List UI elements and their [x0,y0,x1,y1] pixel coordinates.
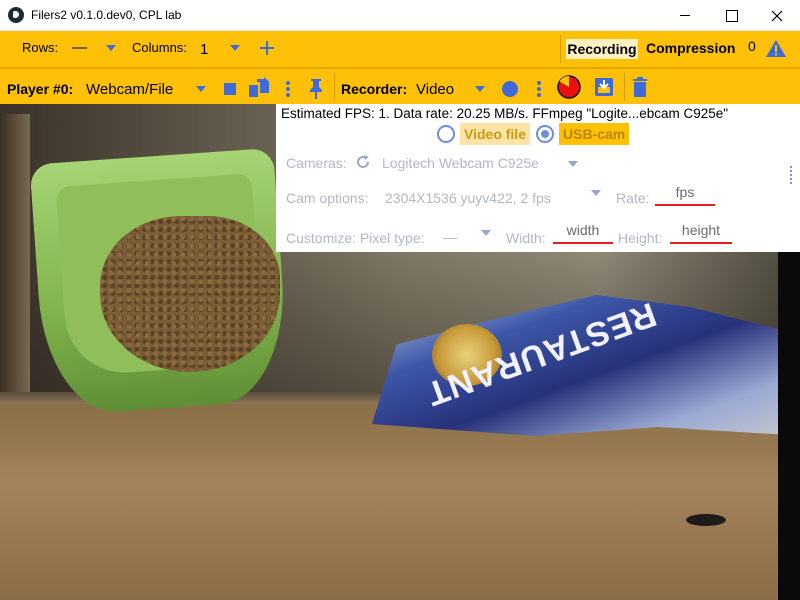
height-placeholder: height [681,222,721,238]
columns-dropdown-icon[interactable] [230,45,240,51]
recorder-label: Recorder: [341,81,408,97]
config-swap-icon[interactable] [247,77,271,99]
height-input[interactable]: height [670,222,732,244]
width-placeholder: width [566,222,600,238]
refresh-icon[interactable] [356,155,370,169]
customize-label: Customize: Pixel type: [286,230,425,246]
cam-options-label: Cam options: [286,190,369,206]
recording-progress-icon [557,75,581,99]
save-to-icon[interactable] [594,77,614,97]
cam-options-dropdown-icon[interactable] [591,190,601,196]
usb-cam-radio[interactable] [536,125,554,143]
dark-spot [686,514,726,526]
title-bar: Filers2 v0.1.0.dev0, CPL lab [0,0,800,31]
pixel-type-dropdown-icon[interactable] [481,230,491,236]
toolbar-divider-2 [334,73,335,101]
pixel-type-select[interactable]: — [443,229,457,245]
warning-triangle-icon[interactable] [765,39,787,58]
video-file-label[interactable]: Video file [460,123,530,145]
cameras-label: Cameras: [286,155,347,171]
player-source-dropdown-icon[interactable] [196,86,206,92]
recorder-dropdown-icon[interactable] [475,86,485,92]
columns-value[interactable]: 1 [200,41,208,58]
camera-settings-panel: Estimated FPS: 1. Data rate: 20.25 MB/s.… [276,104,800,252]
minimize-button[interactable] [662,0,708,31]
video-file-radio[interactable] [437,125,455,143]
height-label: Height: [618,230,663,246]
player-source-value[interactable]: Webcam/File [86,81,173,98]
app-window: Filers2 v0.1.0.dev0, CPL lab Rows: — Col… [0,0,800,600]
player-menu-icon[interactable] [286,81,290,97]
camera-left-wall [0,114,30,404]
compression-tab[interactable]: Compression [646,40,735,56]
close-button[interactable] [754,0,800,31]
status-text: Estimated FPS: 1. Data rate: 20.25 MB/s.… [281,106,729,121]
recorder-menu-icon[interactable] [537,81,541,97]
layout-toolbar: Rows: — Columns: 1 Recording Compression… [0,31,800,67]
plus-icon[interactable] [259,40,275,56]
recording-tab[interactable]: Recording [566,39,638,59]
trash-icon[interactable] [632,77,648,97]
pin-icon[interactable] [308,78,324,100]
table-surface [0,404,800,600]
rate-input[interactable]: fps [655,184,715,206]
drag-handle-icon[interactable] [790,166,796,184]
rows-label: Rows: [22,40,59,55]
player-label: Player #0: [7,81,74,97]
usb-cam-label[interactable]: USB-cam [559,123,630,145]
rate-label: Rate: [616,190,650,206]
app-icon [8,7,24,23]
toolbar-divider-3 [624,73,625,101]
camera-dropdown-icon[interactable] [568,161,578,167]
record-icon[interactable] [502,81,518,97]
cam-options-select[interactable]: 2304X1536 yuyv422, 2 fps [385,190,551,206]
window-title: Filers2 v0.1.0.dev0, CPL lab [31,8,182,22]
rows-value[interactable]: — [72,39,87,56]
warning-count: 0 [748,38,756,54]
camera-right-edge [778,252,800,600]
width-label: Width: [506,230,546,246]
rows-dropdown-icon[interactable] [106,45,116,51]
bowl-food [100,216,280,372]
close-icon [771,10,783,22]
maximize-button[interactable] [708,0,754,31]
recorder-value[interactable]: Video [416,81,454,98]
width-input[interactable]: width [553,222,613,244]
toolbar-divider [560,35,561,63]
camera-select[interactable]: Logitech Webcam C925e [382,155,539,171]
player-toolbar: Player #0: Webcam/File Recorder: Video [0,67,800,104]
stop-icon[interactable] [224,83,236,95]
columns-label: Columns: [132,40,187,55]
rate-placeholder: fps [675,184,695,200]
